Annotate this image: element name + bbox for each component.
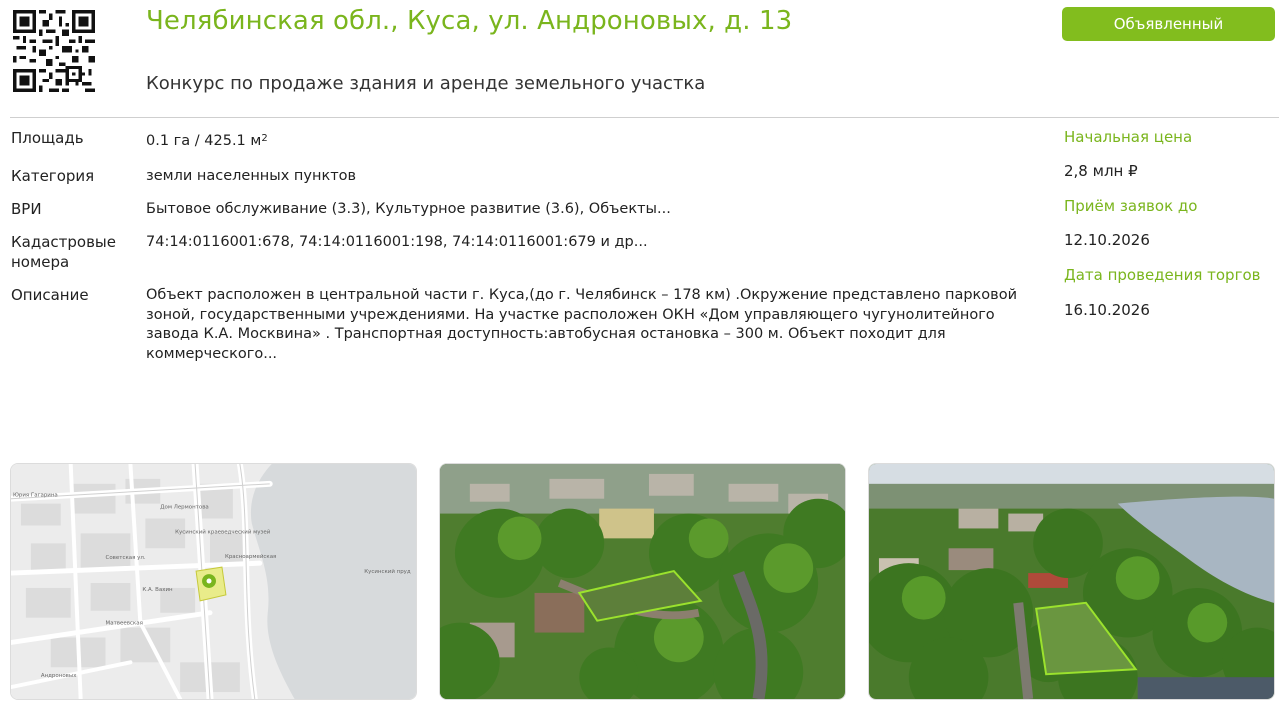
description-value: Объект расположен в центральной части г.… xyxy=(146,287,1017,362)
lot-subtitle: Конкурс по продаже здания и аренде земел… xyxy=(146,73,706,94)
map-label-street4: Андроновых xyxy=(41,673,77,679)
category-value: земли населенных пунктов xyxy=(146,168,357,184)
map-card[interactable]: Юрия Гагарина Советская ул. Красноармейс… xyxy=(10,463,417,700)
map-label-poi1: Дом Лермонтова xyxy=(160,505,209,511)
description-label: Описание xyxy=(11,286,89,304)
photo-card-2[interactable] xyxy=(868,463,1275,700)
cadastral-label: Кадастровые номера xyxy=(11,233,116,271)
map-pin-icon xyxy=(202,574,216,588)
area-value: 0.1 га / 425.1 м2 xyxy=(146,133,268,149)
start-price-value: 2,8 млн ₽ xyxy=(1064,162,1138,180)
map-label-street1: Юрия Гагарина xyxy=(13,493,58,499)
vri-value: Бытовое обслуживание (3.3), Культурное р… xyxy=(146,201,671,217)
deadline-value: 12.10.2026 xyxy=(1064,231,1150,249)
photo-card-1[interactable] xyxy=(439,463,846,700)
aerial-photo-1 xyxy=(440,464,845,699)
map-label-street5: Матвеевская xyxy=(106,621,143,627)
cadastral-value: 74:14:0116001:678, 74:14:0116001:198, 74… xyxy=(146,234,648,250)
status-badge[interactable]: Объявленный xyxy=(1062,7,1275,41)
auction-date-value: 16.10.2026 xyxy=(1064,301,1150,319)
page-title[interactable]: Челябинская обл., Куса, ул. Андроновых, … xyxy=(146,6,792,36)
map-label-pond: Кусинский пруд xyxy=(364,568,411,575)
deadline-label: Приём заявок до xyxy=(1064,197,1198,215)
auction-date-label: Дата проведения торгов xyxy=(1064,266,1261,284)
map-label-poi3: К.А. Вахин xyxy=(142,587,173,593)
header-divider xyxy=(10,117,1279,118)
qr-code-icon xyxy=(13,10,95,92)
area-label: Площадь xyxy=(11,129,84,147)
aerial-photo-2 xyxy=(869,464,1274,699)
vri-label: ВРИ xyxy=(11,200,42,218)
map-label-street2: Советская ул. xyxy=(106,555,146,561)
map-image: Юрия Гагарина Советская ул. Красноармейс… xyxy=(11,464,416,699)
category-label: Категория xyxy=(11,167,95,185)
map-label-poi2: Кусинский краеведческий музей xyxy=(175,528,271,535)
map-label-street3: Красноармейская xyxy=(225,553,276,560)
start-price-label: Начальная цена xyxy=(1064,128,1193,146)
